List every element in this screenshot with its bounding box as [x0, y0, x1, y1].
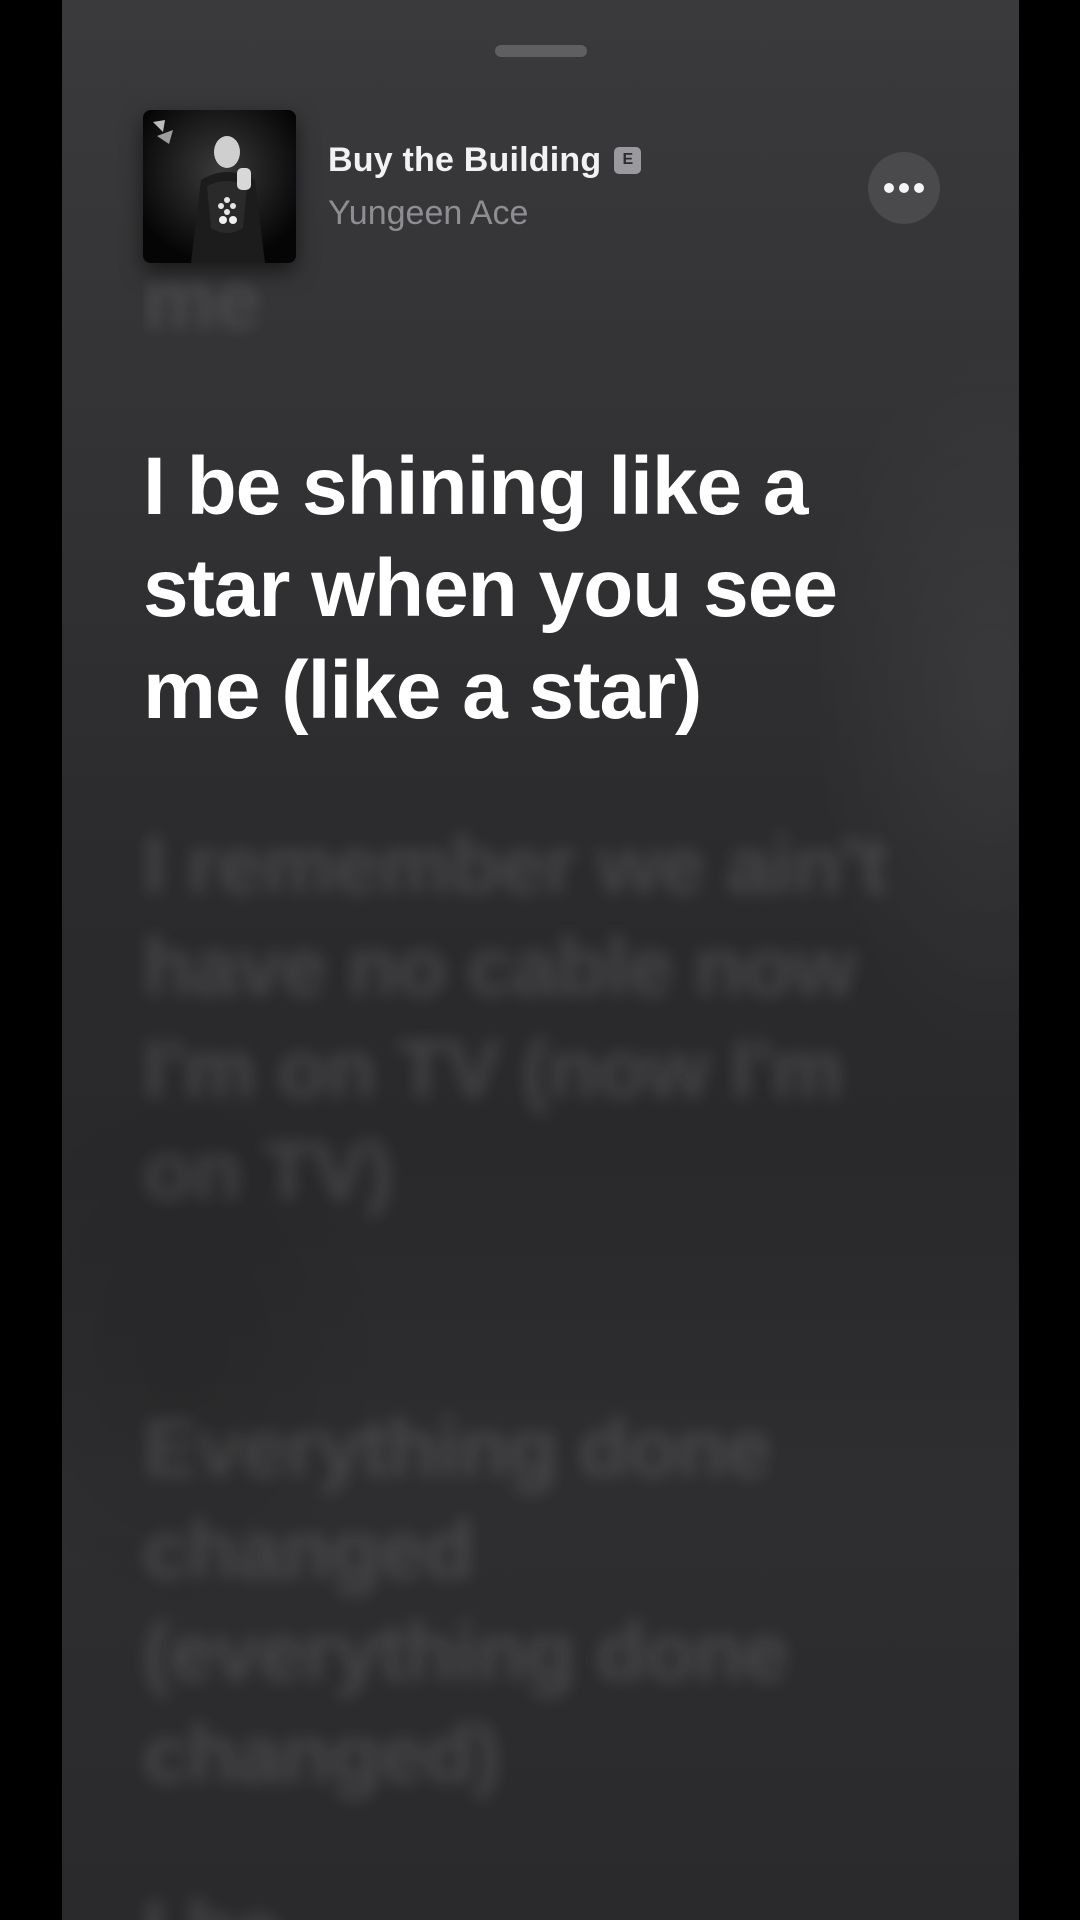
lyric-line-next[interactable]: I remember we ain't have no cable now I'… [143, 815, 903, 1223]
explicit-badge: E [614, 146, 642, 174]
sheet-grabber[interactable] [495, 45, 587, 57]
lyric-line-next[interactable]: Everything done changed (everything done… [143, 1398, 903, 1806]
song-title-row[interactable]: Buy the Building E [328, 138, 642, 182]
album-artwork-image [143, 110, 296, 263]
artist-name[interactable]: Yungeen Ace [328, 194, 528, 233]
album-artwork[interactable] [143, 110, 296, 263]
lyric-line-current[interactable]: I be shining like a star when you see me… [143, 436, 973, 742]
lyric-line-next[interactable]: I be [143, 1880, 933, 1920]
ellipsis-icon [884, 183, 924, 193]
song-title: Buy the Building [328, 140, 602, 179]
lyrics-sheet: Buy the Building E Yungeen Ace me I be s… [62, 0, 1019, 1920]
more-options-button[interactable] [868, 152, 940, 224]
now-playing-header: Buy the Building E Yungeen Ace [62, 110, 1019, 266]
